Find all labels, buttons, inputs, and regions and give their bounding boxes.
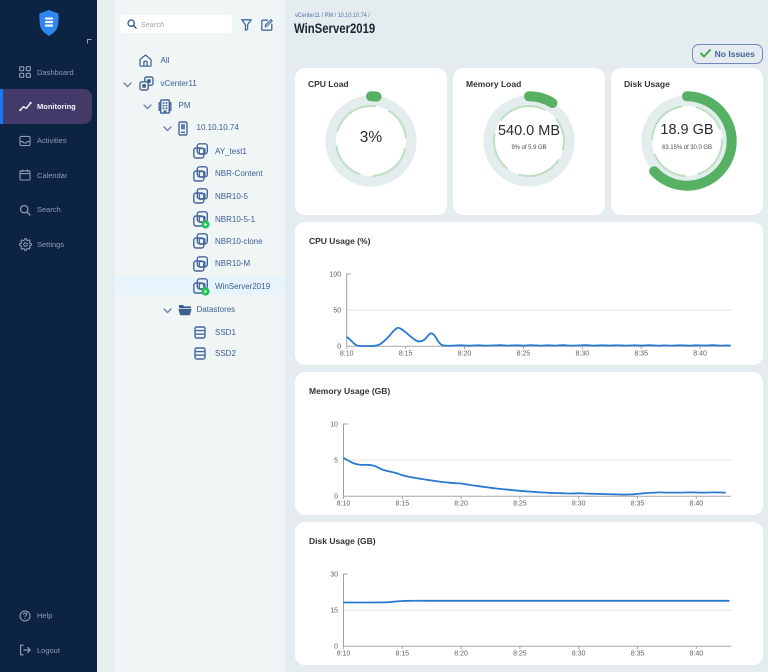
svg-text:8:35: 8:35 [631, 500, 645, 507]
svg-text:8:15: 8:15 [395, 650, 409, 657]
svg-text:8:40: 8:40 [689, 500, 703, 507]
svg-text:8:35: 8:35 [634, 350, 648, 357]
svg-text:15: 15 [330, 607, 338, 614]
svg-text:8:25: 8:25 [517, 350, 531, 357]
svg-text:5: 5 [334, 457, 338, 464]
svg-text:8:10: 8:10 [337, 500, 351, 507]
svg-text:8:20: 8:20 [454, 500, 468, 507]
svg-text:8:20: 8:20 [454, 650, 468, 657]
svg-text:8:30: 8:30 [575, 350, 589, 357]
svg-text:8:35: 8:35 [631, 650, 645, 657]
svg-text:8:25: 8:25 [513, 500, 527, 507]
svg-text:8:30: 8:30 [572, 650, 586, 657]
svg-text:30: 30 [330, 571, 338, 578]
svg-text:8:40: 8:40 [689, 650, 703, 657]
svg-text:8:15: 8:15 [399, 350, 413, 357]
svg-text:8:20: 8:20 [458, 350, 472, 357]
svg-text:100: 100 [330, 271, 342, 278]
svg-text:8:10: 8:10 [337, 650, 351, 657]
svg-text:8:30: 8:30 [572, 500, 586, 507]
svg-text:8:10: 8:10 [340, 350, 354, 357]
svg-text:8:25: 8:25 [513, 650, 527, 657]
svg-text:8:15: 8:15 [395, 500, 409, 507]
svg-text:50: 50 [333, 307, 341, 314]
svg-text:10: 10 [330, 421, 338, 428]
svg-text:8:40: 8:40 [693, 350, 707, 357]
